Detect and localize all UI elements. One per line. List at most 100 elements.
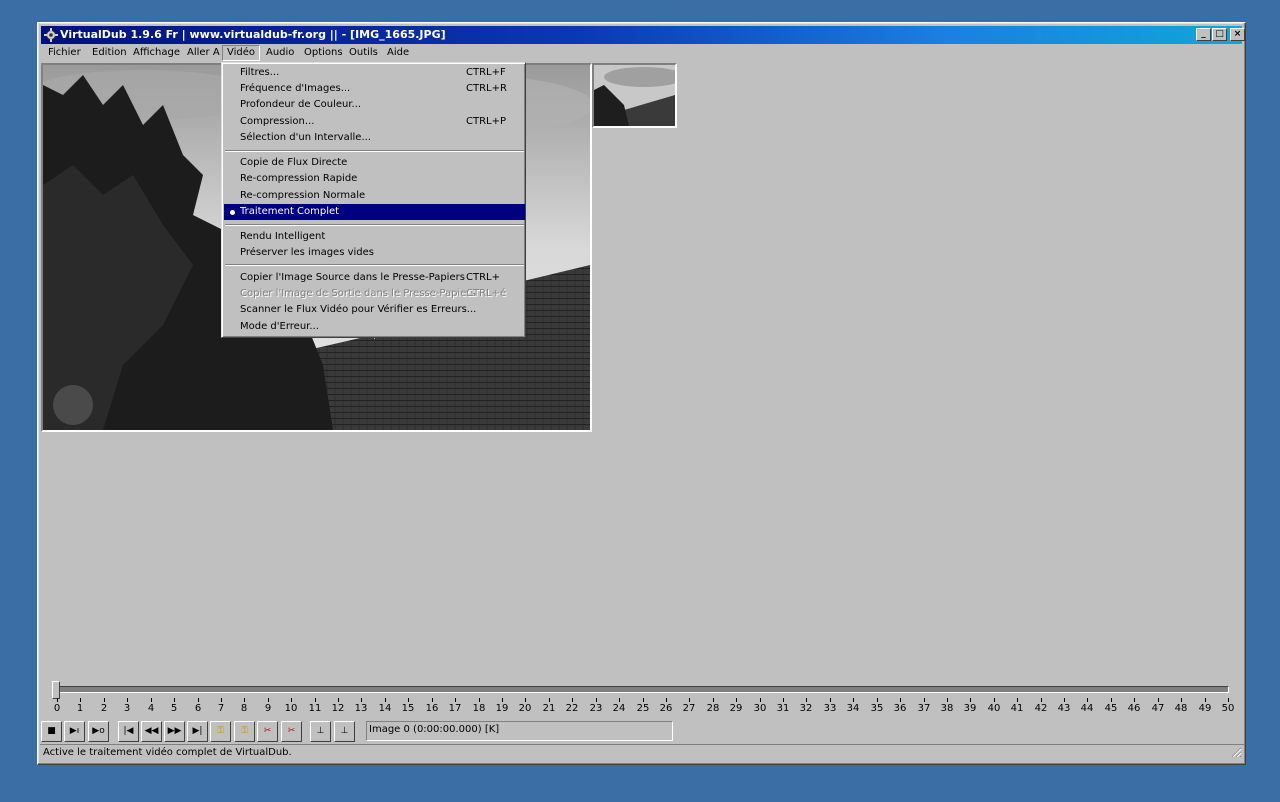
stop-button[interactable]: ■ [41,721,62,742]
menu-item-label: Fréquence d'Images... [240,83,351,94]
timeline-tick-label: 0 [53,703,61,714]
next-scene-button[interactable]: ✂ [281,721,302,742]
status-bar: Active le traitement vidéo complet de Vi… [40,744,1244,760]
menu-item-label: Mode d'Erreur... [240,321,319,332]
timeline-tick [689,698,690,702]
timeline-tick [1041,698,1042,702]
timeline-tick [151,698,152,702]
timeline-tick-label: 2 [100,703,108,714]
menu-fichier[interactable]: Fichier [44,45,85,61]
timeline-tick-label: 4 [147,703,155,714]
menu-item-compression[interactable]: Compression... CTRL+P [224,114,525,130]
timeline-tick-label: 21 [542,703,556,714]
timeline-tick-label: 1 [76,703,84,714]
prev-frame-button[interactable]: ◀◀ [141,721,162,742]
play-output-button[interactable]: ▶o [88,721,109,742]
timeline-tick [572,698,573,702]
timeline-tick-label: 50 [1221,703,1235,714]
timeline-tick-label: 32 [799,703,813,714]
menu-item-mode-erreur[interactable]: Mode d'Erreur... [224,319,525,335]
output-frame-image [594,65,675,126]
timeline-tick [877,698,878,702]
menu-item-rendu-intelligent[interactable]: Rendu Intelligent [224,229,525,245]
next-key-icon: ⚿ [241,726,248,736]
maximize-button[interactable]: □ [1212,28,1227,41]
menu-item-frequence[interactable]: Fréquence d'Images... CTRL+R [224,81,525,97]
timeline-tick-label: 14 [378,703,392,714]
mark-in-icon: ⊥ [316,726,325,736]
menu-item-traitement-complet[interactable]: Traitement Complet [224,204,525,220]
timeline-track[interactable] [53,686,1229,693]
menu-item-label: Sélection d'un Intervalle... [240,132,371,143]
timeline-tick-label: 36 [893,703,907,714]
timeline-tick [900,698,901,702]
timeline-tick [1134,698,1135,702]
timeline-tick-label: 39 [963,703,977,714]
prev-scene-icon: ✂ [263,726,272,736]
frame-position-field[interactable]: Image 0 (0:00:00.000) [K] [366,721,673,741]
next-scene-icon: ✂ [287,726,296,736]
go-end-button[interactable]: ▶| [187,721,208,742]
menu-options[interactable]: Options [300,45,347,61]
timeline-tick [970,698,971,702]
output-video-pane[interactable] [592,63,677,128]
menu-item-label: Scanner le Flux Vidéo pour Vérifier es E… [240,304,477,315]
timeline-tick [783,698,784,702]
menu-audio[interactable]: Audio [262,45,298,61]
timeline-tick-label: 3 [123,703,131,714]
prev-key-button[interactable]: ⚿ [210,721,231,742]
menu-item-recompression-rapide[interactable]: Re-compression Rapide [224,171,525,187]
mark-out-button[interactable]: ⊥ [334,721,355,742]
menu-outils[interactable]: Outils [345,45,382,61]
menu-affichage[interactable]: Affichage [129,45,184,61]
menu-aller-a[interactable]: Aller A [183,45,224,61]
menu-item-label: Traitement Complet [240,206,340,217]
menu-item-recompression-normale[interactable]: Re-compression Normale [224,188,525,204]
timeline-tick-label: 43 [1057,703,1071,714]
timeline-tick-label: 48 [1174,703,1188,714]
timeline-tick [104,698,105,702]
menu-item-shortcut: CTRL+ [466,272,500,283]
title-bar[interactable]: VirtualDub 1.9.6 Fr | www.virtualdub-fr.… [41,26,1245,44]
timeline-tick [361,698,362,702]
menu-video[interactable]: Vidéo [222,45,261,61]
menu-item-filtres[interactable]: Filtres... CTRL+F [224,65,525,81]
menu-item-label: Compression... [240,116,315,127]
go-end-icon: ▶| [192,726,203,736]
timeline-tick [268,698,269,702]
timeline-tick [291,698,292,702]
next-key-button[interactable]: ⚿ [234,721,255,742]
timeline-thumb[interactable] [52,681,60,699]
close-button[interactable]: × [1230,28,1245,41]
timeline-tick [1064,698,1065,702]
play-output-icon: ▶o [92,726,105,736]
timeline-tick [1017,698,1018,702]
menu-item-selection-intervalle[interactable]: Sélection d'un Intervalle... [224,130,525,146]
timeline-tick [1111,698,1112,702]
timeline-tick-label: 34 [846,703,860,714]
next-frame-button[interactable]: ▶▶ [164,721,185,742]
menu-item-scanner-flux[interactable]: Scanner le Flux Vidéo pour Vérifier es E… [224,302,525,318]
minimize-button[interactable]: _ [1196,28,1211,41]
resize-grip-icon[interactable] [1230,746,1242,758]
timeline-tick-label: 31 [776,703,790,714]
timeline-tick-label: 26 [659,703,673,714]
go-start-button[interactable]: |◀ [118,721,139,742]
mark-in-button[interactable]: ⊥ [310,721,331,742]
menu-edition[interactable]: Edition [88,45,131,61]
play-input-button[interactable]: ▶ı [64,721,85,742]
timeline-tick-label: 45 [1104,703,1118,714]
menu-item-copie-flux-directe[interactable]: Copie de Flux Directe [224,155,525,171]
timeline-tick [596,698,597,702]
menu-item-preserver-images-vides[interactable]: Préserver les images vides [224,245,525,261]
timeline-tick-label: 29 [729,703,743,714]
timeline-tick-label: 6 [194,703,202,714]
prev-scene-button[interactable]: ✂ [257,721,278,742]
timeline-tick [221,698,222,702]
timeline-tick-label: 9 [264,703,272,714]
menu-aide[interactable]: Aide [383,45,413,61]
menu-item-copier-image-source[interactable]: Copier l'Image Source dans le Presse-Pap… [224,270,525,286]
menu-item-profondeur[interactable]: Profondeur de Couleur... [224,97,525,113]
next-frame-icon: ▶▶ [167,726,182,736]
timeline-tick-label: 23 [589,703,603,714]
